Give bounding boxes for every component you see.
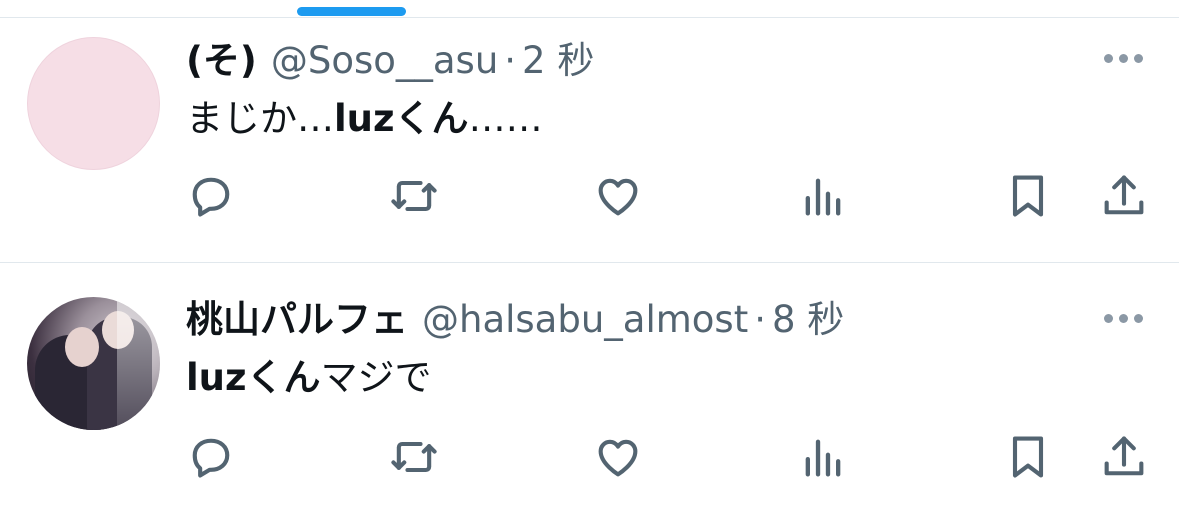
avatar-highlight <box>117 297 160 430</box>
tweet-header: (そ) @Soso__asu · 2 秒 <box>186 36 594 86</box>
tweet-text-bold: luzくん <box>334 97 469 140</box>
heart-icon[interactable] <box>592 431 644 483</box>
analytics-icon[interactable] <box>797 170 849 222</box>
share-icon[interactable] <box>1098 431 1150 483</box>
tweet-text: luzくんマジで <box>186 353 432 403</box>
analytics-icon[interactable] <box>797 431 849 483</box>
more-dots-icon[interactable] <box>1102 50 1146 66</box>
avatar[interactable] <box>27 297 160 430</box>
tweet-text-part: マジで <box>320 356 432 399</box>
user-handle[interactable]: @Soso__asu <box>271 39 498 82</box>
tweet-text-part: …… <box>468 97 543 140</box>
tweet-text-part: まじか… <box>186 97 334 140</box>
more-dots-icon[interactable] <box>1102 310 1146 326</box>
retweet-icon[interactable] <box>388 170 440 222</box>
tweet-header: 桃山パルフェ @halsabu_almost · 8 秒 <box>186 295 844 345</box>
display-name[interactable]: (そ) <box>186 39 257 82</box>
avatar-face <box>65 327 99 367</box>
reply-icon[interactable] <box>185 170 237 222</box>
tweet-text: まじか…luzくん…… <box>186 94 543 144</box>
separator-dot: · <box>754 298 766 341</box>
bookmark-icon[interactable] <box>1002 431 1054 483</box>
separator-dot: · <box>504 39 517 82</box>
display-name[interactable]: 桃山パルフェ <box>186 298 408 341</box>
timestamp[interactable]: 2 秒 <box>522 39 594 82</box>
tweet-text-bold: luzくん <box>186 356 321 399</box>
tab-bar <box>0 0 1179 18</box>
user-handle[interactable]: @halsabu_almost <box>422 298 748 341</box>
reply-icon[interactable] <box>185 431 237 483</box>
heart-icon[interactable] <box>592 170 644 222</box>
tweet[interactable]: (そ) @Soso__asu · 2 秒 まじか…luzくん…… <box>0 18 1179 263</box>
active-tab-indicator <box>297 7 406 16</box>
bookmark-icon[interactable] <box>1002 170 1054 222</box>
tweet[interactable]: 桃山パルフェ @halsabu_almost · 8 秒 luzくんマジで <box>0 263 1179 522</box>
avatar[interactable] <box>27 37 160 170</box>
timestamp[interactable]: 8 秒 <box>772 298 844 341</box>
retweet-icon[interactable] <box>388 431 440 483</box>
share-icon[interactable] <box>1098 170 1150 222</box>
